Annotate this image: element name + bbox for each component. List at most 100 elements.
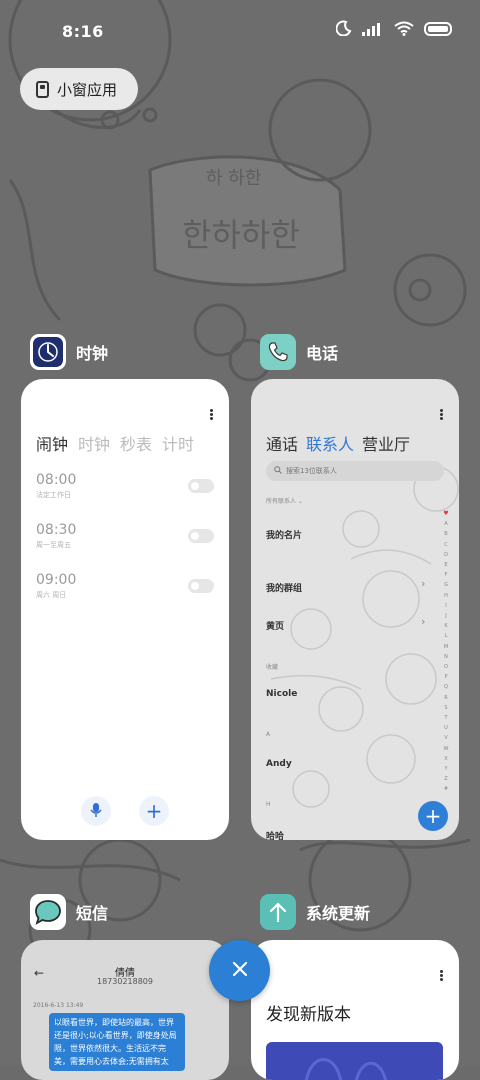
contact-row[interactable]: Nicole bbox=[266, 689, 297, 699]
index-letter[interactable]: Q bbox=[442, 682, 450, 692]
signal-icon bbox=[362, 21, 384, 40]
index-letter[interactable]: E bbox=[442, 560, 450, 570]
add-alarm-button[interactable]: + bbox=[139, 796, 169, 826]
contact-row[interactable]: 哈哈 bbox=[266, 829, 284, 840]
status-time: 8:16 bbox=[62, 22, 104, 41]
all-contacts-filter[interactable]: 所有联系人 ⌄ bbox=[266, 496, 303, 505]
update-app-name: 系统更新 bbox=[306, 904, 371, 923]
tab-stopwatch[interactable]: 秒表 bbox=[120, 431, 152, 455]
wallpaper-text-small: 하 하한 bbox=[206, 168, 261, 189]
message-bubble[interactable]: 以眼看世界，即使站的最高，世界还是很小;以心看世界，即使身处局限，世界依然很大。… bbox=[49, 1013, 185, 1071]
favorite-heart-icon: ♥ bbox=[443, 510, 449, 517]
index-letter[interactable]: J bbox=[442, 611, 450, 621]
index-letter[interactable]: Y bbox=[442, 764, 450, 774]
phone-tabs: 通话 联系人 营业厅 bbox=[266, 431, 410, 455]
index-letter[interactable]: V bbox=[442, 733, 450, 743]
index-letter[interactable]: D bbox=[442, 550, 450, 560]
index-letter[interactable]: R bbox=[442, 693, 450, 703]
index-letter[interactable]: K bbox=[442, 621, 450, 631]
alarm-repeat: 周一至周五 bbox=[36, 541, 71, 549]
index-letter[interactable]: H bbox=[442, 591, 450, 601]
index-letter[interactable]: S bbox=[442, 703, 450, 713]
clock-app-card[interactable]: 闹钟 时钟 秒表 计时 08:00 法定工作日 08:30 周一至周五 09:0… bbox=[21, 379, 229, 840]
moon-icon bbox=[335, 20, 352, 40]
floating-window-icon bbox=[36, 80, 49, 98]
more-options-icon[interactable] bbox=[210, 409, 213, 420]
more-options-icon[interactable] bbox=[440, 409, 443, 420]
index-letter[interactable]: B bbox=[442, 529, 450, 539]
alarm-toggle[interactable] bbox=[188, 479, 214, 493]
alarm-repeat: 法定工作日 bbox=[36, 491, 71, 499]
battery-icon bbox=[424, 21, 454, 40]
phone-app-card[interactable]: 通话 联系人 营业厅 搜索13位联系人 所有联系人 ⌄ 我的名片 我的群组 黄页… bbox=[251, 379, 459, 840]
tab-service-hall[interactable]: 营业厅 bbox=[362, 431, 410, 455]
update-arrow-icon bbox=[260, 894, 296, 930]
index-letter[interactable]: X bbox=[442, 754, 450, 764]
index-letter[interactable]: U bbox=[442, 723, 450, 733]
more-options-icon[interactable] bbox=[440, 970, 443, 981]
message-icon bbox=[30, 894, 66, 930]
phone-app-name: 电话 bbox=[306, 344, 339, 363]
wifi-icon bbox=[394, 21, 414, 40]
update-banner bbox=[266, 1042, 443, 1080]
clock-app-header[interactable]: 时钟 bbox=[30, 334, 108, 370]
tab-timer[interactable]: 计时 bbox=[162, 431, 194, 455]
alarm-item[interactable]: 08:30 周一至周五 bbox=[36, 522, 214, 550]
update-app-header[interactable]: 系统更新 bbox=[260, 894, 370, 930]
contact-row[interactable]: Andy bbox=[266, 759, 292, 769]
yellow-pages-row[interactable]: 黄页 bbox=[266, 619, 284, 632]
index-letter[interactable]: A bbox=[442, 519, 450, 529]
index-letter[interactable]: N bbox=[442, 652, 450, 662]
alphabet-index-letters: A B C D E F G H I J K L M N O P Q R S T U V W X Y Z # bbox=[442, 519, 450, 794]
clock-app-name: 时钟 bbox=[76, 344, 109, 363]
my-card-row[interactable]: 我的名片 bbox=[266, 528, 302, 541]
alphabet-index[interactable]: ♥ A B C D E F G H I J K L M N O P Q R S T U V W X Y Z # bbox=[442, 509, 450, 795]
conversation-contact-number: 18730218809 bbox=[97, 977, 153, 986]
voice-alarm-button[interactable] bbox=[81, 796, 111, 826]
clock-tabs: 闹钟 时钟 秒表 计时 bbox=[36, 431, 194, 455]
index-letter[interactable]: M bbox=[442, 642, 450, 652]
tab-clock[interactable]: 时钟 bbox=[78, 431, 110, 455]
add-contact-button[interactable]: + bbox=[418, 801, 448, 831]
index-letter[interactable]: G bbox=[442, 580, 450, 590]
search-placeholder: 搜索13位联系人 bbox=[286, 467, 337, 475]
microphone-icon bbox=[90, 799, 102, 823]
index-letter[interactable]: T bbox=[442, 713, 450, 723]
alarm-item[interactable]: 09:00 周六 周日 bbox=[36, 572, 214, 600]
chevron-down-icon: ⌄ bbox=[297, 498, 303, 505]
tab-contacts[interactable]: 联系人 bbox=[306, 431, 354, 455]
alarm-item[interactable]: 08:00 法定工作日 bbox=[36, 472, 214, 500]
phone-app-header[interactable]: 电话 bbox=[260, 334, 338, 370]
chevron-right-icon: › bbox=[421, 615, 426, 628]
close-icon bbox=[231, 960, 249, 982]
favorites-section-label: 收藏 bbox=[266, 664, 279, 671]
index-letter[interactable]: F bbox=[442, 570, 450, 580]
chevron-right-icon: › bbox=[421, 577, 426, 590]
contacts-search-input[interactable]: 搜索13位联系人 bbox=[266, 461, 444, 481]
index-letter[interactable]: W bbox=[442, 744, 450, 754]
message-date: 2016-6-13 13:49 bbox=[33, 1002, 84, 1009]
alarm-toggle[interactable] bbox=[188, 579, 214, 593]
update-title: 发现新版本 bbox=[266, 1005, 351, 1025]
tab-calls[interactable]: 通话 bbox=[266, 431, 298, 455]
tab-alarm[interactable]: 闹钟 bbox=[36, 431, 68, 455]
index-letter[interactable]: Z bbox=[442, 774, 450, 784]
index-letter[interactable]: C bbox=[442, 540, 450, 550]
index-letter[interactable]: # bbox=[442, 784, 450, 794]
plus-icon: + bbox=[145, 799, 163, 823]
index-letter[interactable]: L bbox=[442, 631, 450, 641]
index-letter[interactable]: O bbox=[442, 662, 450, 672]
sms-app-name: 短信 bbox=[76, 904, 109, 923]
my-groups-row[interactable]: 我的群组 bbox=[266, 581, 302, 594]
alarm-toggle[interactable] bbox=[188, 529, 214, 543]
update-app-card[interactable]: 发现新版本 bbox=[251, 940, 459, 1080]
sms-app-card[interactable]: ← 倩倩 18730218809 2016-6-13 13:49 以眼看世界，即… bbox=[21, 940, 229, 1080]
index-letter[interactable]: P bbox=[442, 672, 450, 682]
sms-app-header[interactable]: 短信 bbox=[30, 894, 108, 930]
index-letter[interactable]: I bbox=[442, 601, 450, 611]
floating-windows-button[interactable]: 小窗应用 bbox=[20, 68, 138, 110]
clear-all-button[interactable] bbox=[209, 940, 270, 1001]
clock-icon bbox=[30, 334, 66, 370]
search-icon bbox=[274, 466, 282, 476]
section-letter: H bbox=[266, 801, 271, 808]
